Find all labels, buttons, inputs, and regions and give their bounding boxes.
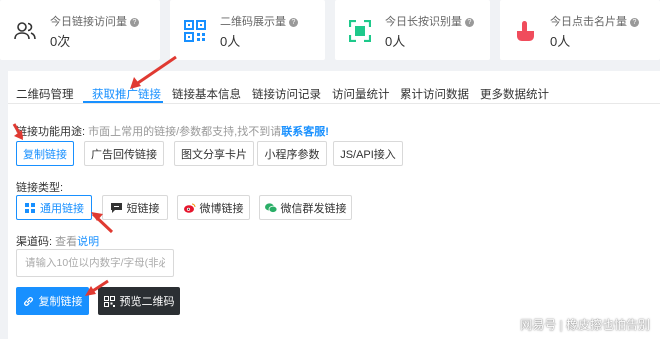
stat-card-scan: 今日长按识别量? 0人 bbox=[335, 0, 490, 60]
link-icon bbox=[23, 295, 35, 307]
function-miniprogram-button[interactable]: 小程序参数 bbox=[257, 141, 327, 166]
function-share-card-button[interactable]: 图文分享卡片 bbox=[174, 141, 254, 166]
users-icon bbox=[14, 20, 36, 42]
link-type-wechat-group-button[interactable]: 微信群发链接 bbox=[259, 195, 352, 220]
function-copy-link-button[interactable]: 复制链接 bbox=[16, 141, 74, 166]
link-type-general-button[interactable]: 通用链接 bbox=[16, 195, 92, 220]
qrcode-icon bbox=[104, 295, 116, 307]
copy-link-button[interactable]: 复制链接 bbox=[16, 287, 89, 315]
tab-cumulative-data[interactable]: 累计访问数据 bbox=[400, 86, 469, 102]
stat-label: 今日点击名片量? bbox=[550, 13, 639, 29]
channel-help-link[interactable]: 说明 bbox=[77, 236, 99, 248]
help-icon[interactable]: ? bbox=[289, 18, 298, 27]
channel-code-input[interactable] bbox=[16, 249, 174, 277]
channel-hint: 查看 bbox=[55, 236, 78, 248]
stat-card-visits: 今日链接访问量? 0次 bbox=[0, 0, 160, 60]
contact-support-link[interactable]: 联系客服! bbox=[281, 126, 329, 138]
wechat-icon bbox=[264, 202, 277, 214]
stat-value: 0人 bbox=[550, 34, 571, 49]
function-hint: 市面上常用的链接/参数都支持,找不到请 bbox=[88, 126, 282, 138]
stat-label: 今日链接访问量? bbox=[50, 13, 139, 29]
link-type-weibo-button[interactable]: 微博链接 bbox=[177, 195, 250, 220]
main-panel: 二维码管理 获取推广链接 链接基本信息 链接访问记录 访问量统计 累计访问数据 … bbox=[8, 71, 660, 339]
tab-get-link[interactable]: 获取推广链接 bbox=[92, 86, 161, 102]
stats-bar: 今日链接访问量? 0次 二维码展示量? 0人 今日长按识别量? 0人 今日点击名… bbox=[0, 0, 660, 62]
weibo-icon bbox=[183, 202, 196, 214]
stat-value: 0人 bbox=[220, 34, 241, 49]
preview-qrcode-button[interactable]: 预览二维码 bbox=[98, 287, 180, 315]
grid-icon bbox=[24, 202, 36, 214]
tab-more-stats[interactable]: 更多数据统计 bbox=[480, 86, 549, 102]
stat-value: 0人 bbox=[385, 34, 406, 49]
function-js-api-button[interactable]: JS/API接入 bbox=[333, 141, 403, 166]
tab-divider bbox=[8, 103, 660, 104]
help-icon[interactable]: ? bbox=[630, 18, 639, 27]
stat-card-qrcode: 二维码展示量? 0人 bbox=[170, 0, 325, 60]
tab-link-info[interactable]: 链接基本信息 bbox=[172, 86, 241, 102]
channel-label: 渠道码: 查看说明 bbox=[16, 236, 100, 248]
tab-visit-stats[interactable]: 访问量统计 bbox=[332, 86, 390, 102]
qrcode-icon bbox=[184, 20, 206, 42]
watermark: 网易号 | 橡皮擦也怕告别 bbox=[520, 318, 650, 332]
stat-label: 今日长按识别量? bbox=[385, 13, 474, 29]
stat-card-clicks: 今日点击名片量? 0人 bbox=[500, 0, 660, 60]
link-type-short-button[interactable]: 短链接 bbox=[102, 195, 168, 220]
scan-icon bbox=[348, 19, 372, 43]
function-ad-callback-button[interactable]: 广告回传链接 bbox=[84, 141, 164, 166]
help-icon[interactable]: ? bbox=[465, 18, 474, 27]
tap-icon bbox=[514, 20, 536, 42]
stat-label: 二维码展示量? bbox=[220, 13, 298, 29]
link-type-label: 链接类型: bbox=[16, 182, 64, 194]
tab-qrcode-manage[interactable]: 二维码管理 bbox=[16, 86, 74, 102]
function-row-label: 链接功能用途: 市面上常用的链接/参数都支持,找不到请联系客服! bbox=[16, 126, 329, 138]
help-icon[interactable]: ? bbox=[130, 18, 139, 27]
stat-value: 0次 bbox=[50, 34, 71, 49]
comment-icon bbox=[111, 202, 123, 214]
tab-access-log[interactable]: 链接访问记录 bbox=[252, 86, 321, 102]
